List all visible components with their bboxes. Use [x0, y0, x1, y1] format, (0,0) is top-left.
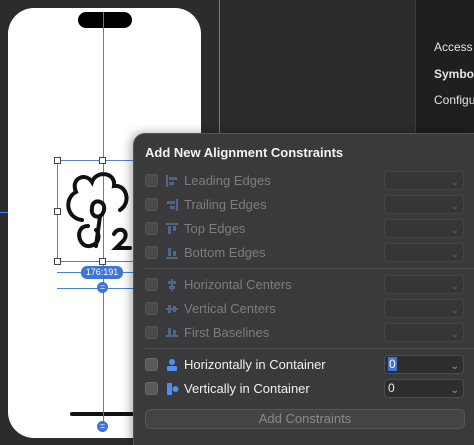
first-baselines-offset[interactable]: ⌄ — [384, 323, 464, 342]
row-vertically-in-container: Vertically in Container 0 ⌄ — [134, 378, 474, 400]
inspector-item-access[interactable]: Access — [434, 40, 473, 54]
first-baselines-checkbox[interactable] — [145, 326, 158, 339]
inspector-item-symbol[interactable]: Symbo — [434, 67, 474, 81]
leading-edges-offset[interactable]: ⌄ — [384, 171, 464, 190]
size-badge: 176:191 — [81, 266, 123, 279]
bottom-edges-icon — [166, 248, 178, 259]
dynamic-island — [78, 12, 132, 28]
home-indicator — [70, 412, 142, 416]
top-edges-icon — [166, 223, 178, 234]
inspector-item-configuration[interactable]: Configu — [434, 93, 474, 107]
leading-edges-icon — [166, 175, 177, 187]
vertical-centers-checkbox[interactable] — [145, 302, 158, 315]
resize-handle[interactable] — [99, 157, 106, 164]
add-constraints-button[interactable]: Add Constraints — [145, 409, 465, 429]
vertically-in-container-offset[interactable]: 0 ⌄ — [384, 379, 464, 398]
equal-icon: = — [97, 282, 108, 293]
row-top-edges: Top Edges ⌄ — [134, 218, 474, 240]
resize-handle[interactable] — [99, 258, 106, 265]
horizontal-centers-offset[interactable]: ⌄ — [384, 275, 464, 294]
row-horizontal-centers: Horizontal Centers ⌄ — [134, 274, 474, 296]
resize-handle[interactable] — [54, 258, 61, 265]
horizontally-in-container-checkbox[interactable] — [145, 358, 158, 371]
first-baselines-icon — [166, 328, 178, 337]
bottom-edges-offset[interactable]: ⌄ — [384, 243, 464, 262]
resize-handle[interactable] — [54, 208, 61, 215]
bottom-edges-checkbox[interactable] — [145, 246, 158, 259]
equal-icon: = — [97, 421, 108, 432]
leading-edges-checkbox[interactable] — [145, 174, 158, 187]
trailing-edges-checkbox[interactable] — [145, 198, 158, 211]
row-bottom-edges: Bottom Edges ⌄ — [134, 242, 474, 264]
horizontally-in-container-offset[interactable]: 0 ⌄ — [384, 355, 464, 374]
vertically-in-container-checkbox[interactable] — [145, 382, 158, 395]
alignment-guide — [219, 0, 220, 140]
popover-title: Add New Alignment Constraints — [145, 145, 344, 160]
horizontal-centers-checkbox[interactable] — [145, 278, 158, 291]
row-vertical-centers: Vertical Centers ⌄ — [134, 298, 474, 320]
divider — [145, 348, 474, 349]
top-edges-offset[interactable]: ⌄ — [384, 219, 464, 238]
top-edges-checkbox[interactable] — [145, 222, 158, 235]
row-horizontally-in-container: Horizontally in Container 0 ⌄ — [134, 354, 474, 376]
vertically-in-container-icon — [167, 383, 179, 395]
vertical-centers-icon — [166, 305, 178, 313]
divider — [145, 268, 474, 269]
horizontally-in-container-icon — [167, 359, 177, 371]
row-trailing-edges: Trailing Edges ⌄ — [134, 194, 474, 216]
trailing-edges-offset[interactable]: ⌄ — [384, 195, 464, 214]
horizontal-centers-icon — [168, 279, 176, 291]
alignment-constraints-popover: Add New Alignment Constraints Leading Ed… — [133, 133, 474, 445]
vertical-centers-offset[interactable]: ⌄ — [384, 299, 464, 318]
trailing-edges-icon — [167, 199, 178, 211]
row-leading-edges: Leading Edges ⌄ — [134, 170, 474, 192]
resize-handle[interactable] — [54, 157, 61, 164]
row-first-baselines: First Baselines ⌄ — [134, 322, 474, 344]
